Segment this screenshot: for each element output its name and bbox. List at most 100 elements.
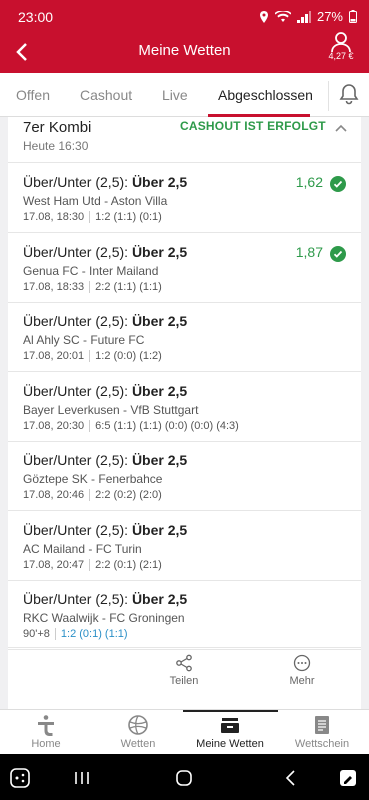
bet-actions: Teilen Mehr [8,647,361,693]
notifications-button[interactable] [339,83,361,107]
selection-pick: Über 2,5 [131,452,188,468]
match-name: West Ham Utd - Aston Villa [23,194,168,208]
selection-pick: Über 2,5 [131,591,188,607]
meta-divider [89,419,91,432]
bet-header[interactable]: 7er Kombi Heute 16:30 CASHOUT IST ERFOLG… [8,117,361,163]
check-icon [330,245,346,262]
selection-pick: Über 2,5 [131,174,188,190]
battery-percent: 27% [316,9,343,24]
nav-wetten[interactable]: Wetten [98,714,178,750]
betslip-icon [315,716,329,734]
market-label: Über/Unter (2,5): [23,382,132,399]
selection-market: Über/Unter (2,5): Über 2,5 [23,452,187,468]
match-datetime: 90'+8 [23,628,50,640]
bet-type: 7er Kombi [23,119,92,136]
selection-pick: Über 2,5 [131,382,188,399]
match-datetime: 17.08, 20:30 [23,419,85,432]
meta-divider [89,350,91,362]
home-circle-icon [176,770,192,786]
nav-meine-wetten-label: Meine Wetten [196,738,264,750]
match-datetime: 17.08, 20:46 [23,489,85,501]
match-datetime: 17.08, 20:47 [23,558,85,571]
match-meta: 17.08, 18:33 2:2 (1:1) (1:1) [23,280,162,293]
match-meta: 17.08, 18:30 1:2 (1:1) (0:1) [23,211,162,223]
account-button[interactable]: 4,27 € [321,31,361,61]
meta-divider [54,628,56,640]
bottom-nav: Home Wetten Meine Wetten Wettschein [0,709,369,754]
sports-ball-icon [128,715,148,735]
user-icon [331,32,351,53]
selection-row[interactable]: Über/Unter (2,5): Über 2,5 Al Ahly SC - F… [8,303,361,372]
location-icon [259,10,268,23]
gamepad-icon [10,768,30,788]
market-label: Über/Unter (2,5): [23,174,132,190]
match-datetime: 17.08, 18:33 [23,280,85,293]
selection-market: Über/Unter (2,5): Über 2,5 [23,383,187,399]
selection-row[interactable]: Über/Unter (2,5): Über 2,5 Göztepe SK - F… [8,442,361,511]
bell-icon [339,84,359,105]
selection-pick: Über 2,5 [131,521,188,538]
status-bar: 23:00 27% [0,0,369,33]
match-meta: 90'+8 1:2 (0:1) (1:1) [23,628,128,640]
nav-meine-wetten[interactable]: Meine Wetten [190,714,270,750]
system-back-button[interactable] [278,766,302,790]
market-label: Über/Unter (2,5): [23,313,132,329]
selection-market: Über/Unter (2,5): Über 2,5 [23,313,187,329]
tab-live[interactable]: Live [162,87,188,103]
meta-divider [89,211,91,223]
back-arrow-icon [285,770,295,786]
match-name: AC Mailand - FC Turin [23,541,142,556]
tab-offen[interactable]: Offen [16,87,50,103]
match-score: 6:5 (1:1) (1:1) (0:0) (0:0) (4:3) [95,419,239,432]
selection-row[interactable]: Über/Unter (2,5): Über 2,5 RKC Waalwijk -… [8,581,361,650]
signal-icon [296,10,311,23]
selection-row[interactable]: Über/Unter (2,5): Über 2,5 Bayer Leverkus… [8,373,361,442]
meta-divider [89,489,91,501]
bet-card: 7er Kombi Heute 16:30 CASHOUT IST ERFOLG… [8,117,361,709]
tab-abgeschlossen[interactable]: Abgeschlossen [218,87,313,103]
share-icon [176,654,192,672]
status-icons: 27% [259,9,357,24]
more-button[interactable]: Mehr [272,654,332,687]
home-button[interactable] [172,766,196,790]
selection-market: Über/Unter (2,5): Über 2,5 [23,522,187,538]
meta-divider [89,558,91,571]
selection-row[interactable]: Über/Unter (2,5): Über 2,5 Genua FC - Int… [8,234,361,303]
battery-icon [349,10,357,23]
match-meta: 17.08, 20:47 2:2 (0:1) (2:1) [23,558,162,571]
selection-market: Über/Unter (2,5): Über 2,5 [23,244,187,260]
game-launcher-button[interactable] [8,766,32,790]
tab-cashout[interactable]: Cashout [80,87,132,103]
recents-button[interactable] [70,766,94,790]
nav-home[interactable]: Home [6,714,86,750]
bets-tray-icon [221,718,239,733]
nav-wetten-label: Wetten [120,738,156,750]
match-name: RKC Waalwijk - FC Groningen [23,611,185,625]
share-button[interactable]: Teilen [154,654,214,687]
active-nav-indicator [183,710,278,712]
selection-market: Über/Unter (2,5): Über 2,5 [23,591,187,607]
edit-screen-icon [340,770,356,786]
selection-row[interactable]: Über/Unter (2,5): Über 2,5 West Ham Utd -… [8,164,361,233]
selection-row[interactable]: Über/Unter (2,5): Über 2,5 AC Mailand - F… [8,512,361,581]
match-meta: 17.08, 20:30 6:5 (1:1) (1:1) (0:0) (0:0) … [23,419,239,432]
match-name: Göztepe SK - Fenerbahce [23,472,163,486]
selection-market: Über/Unter (2,5): Über 2,5 [23,174,187,190]
screenshot-tool-button[interactable] [336,766,360,790]
nav-wettschein[interactable]: Wettschein [282,714,362,750]
chevron-up-icon[interactable] [333,120,349,136]
nav-wettschein-label: Wettschein [294,738,350,750]
match-score: 2:2 (1:1) (1:1) [95,280,162,293]
match-score: 1:2 (0:1) (1:1) [60,628,128,640]
match-name: Genua FC - Inter Mailand [23,263,159,278]
recents-icon [75,772,89,784]
tipico-logo-icon [38,715,54,736]
selection-odds: 1,87 [295,243,323,260]
app-bar: Meine Wetten 4,27 € [0,31,369,73]
match-name: Al Ahly SC - Future FC [23,333,145,347]
status-time: 23:00 [18,9,54,25]
match-datetime: 17.08, 20:01 [23,350,85,362]
match-score: 2:2 (0:1) (2:1) [95,558,162,571]
match-datetime: 17.08, 18:30 [23,211,85,223]
selection-pick: Über 2,5 [131,243,188,260]
